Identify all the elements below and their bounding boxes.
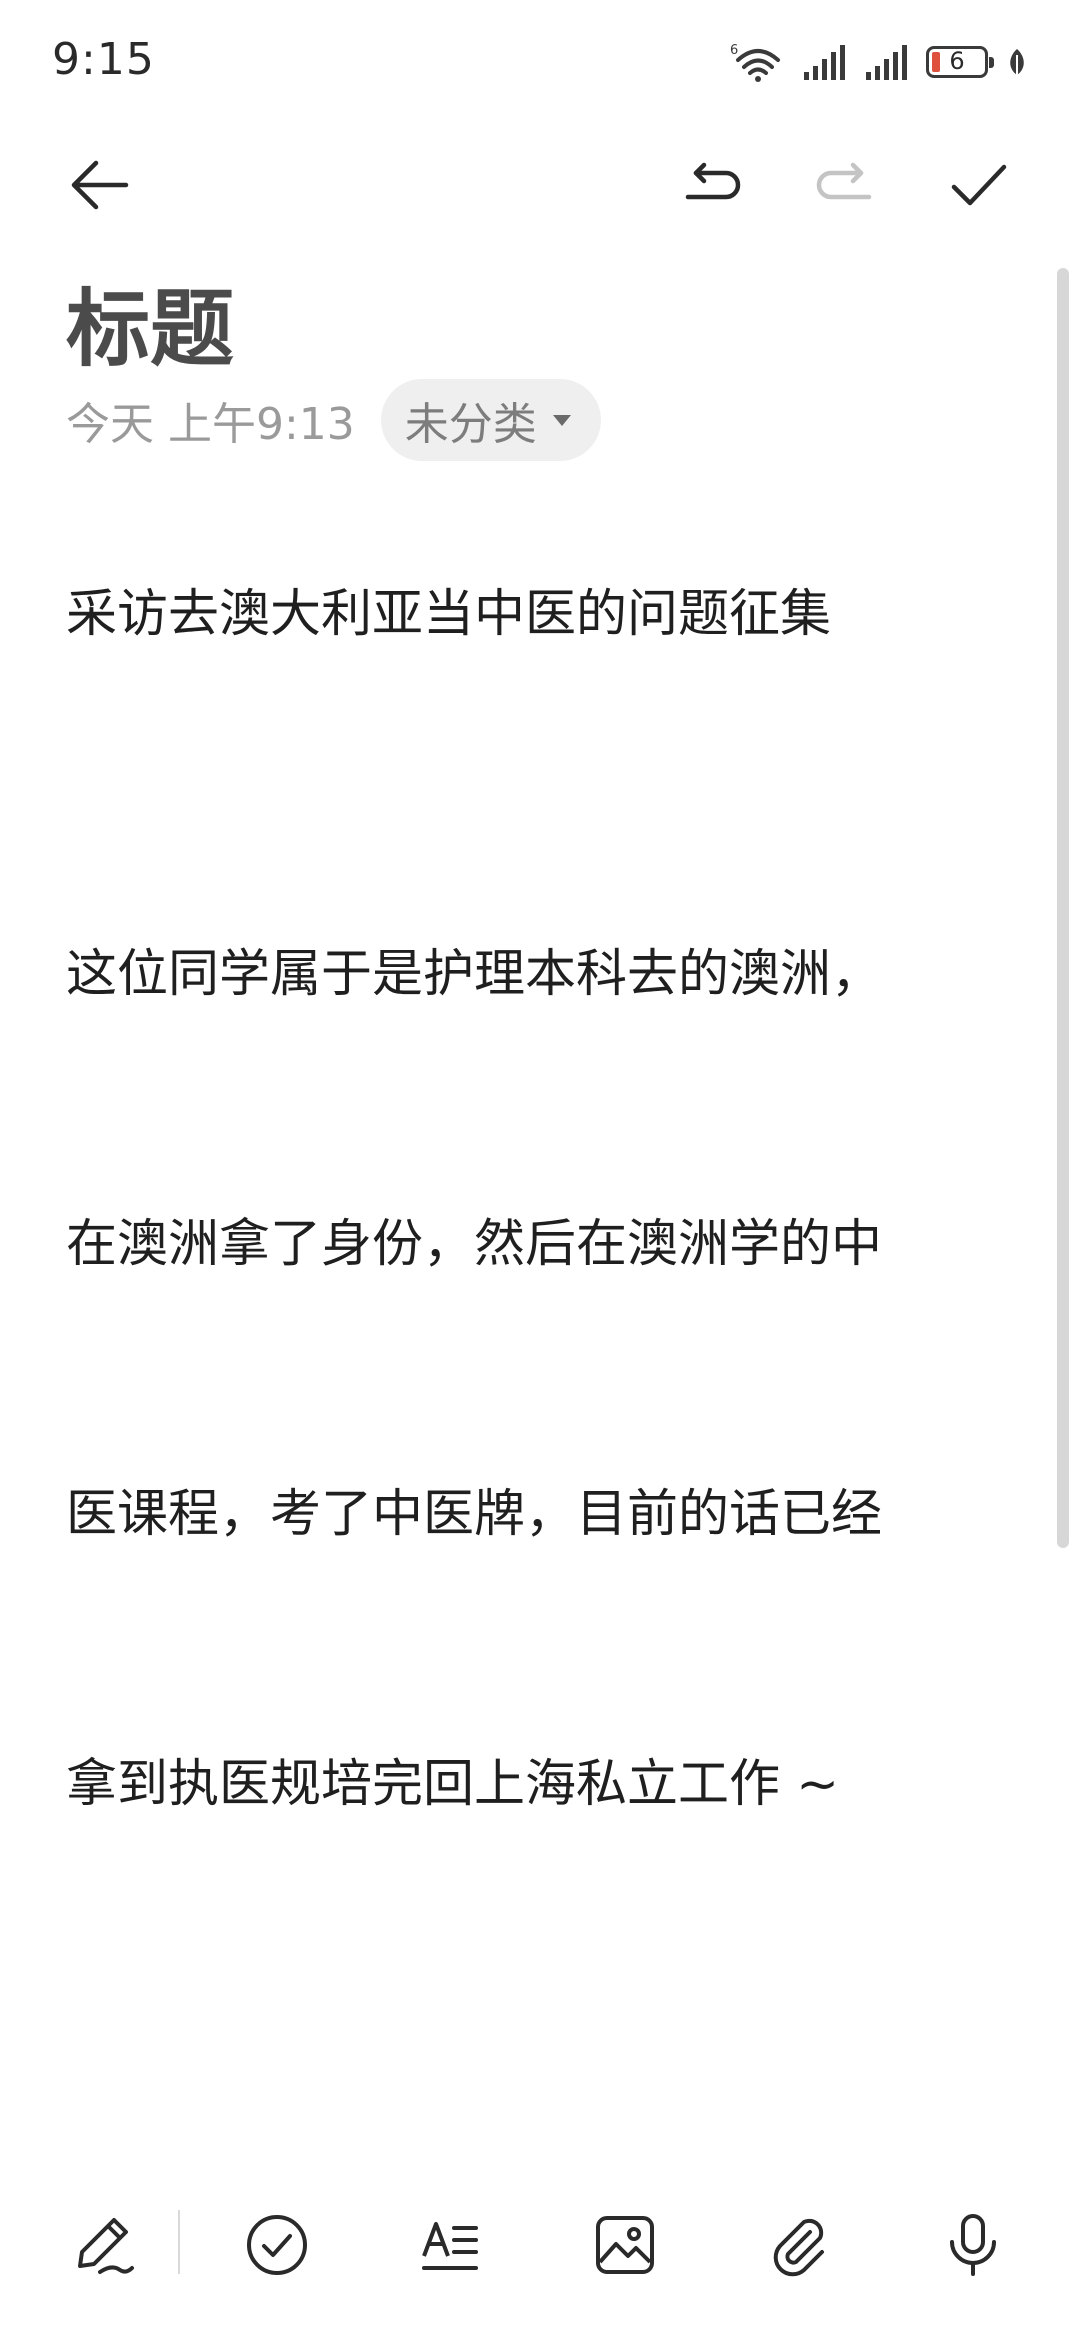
wifi-6-icon: 6 bbox=[728, 40, 784, 84]
handwriting-button[interactable] bbox=[48, 2190, 158, 2300]
back-button[interactable] bbox=[55, 140, 145, 230]
note-line: 医课程，考了中医牌，目前的话已经 bbox=[66, 1485, 883, 1544]
redo-button[interactable] bbox=[800, 140, 890, 230]
dropdown-triangle-icon bbox=[552, 415, 571, 426]
scrollbar[interactable] bbox=[1057, 268, 1069, 1548]
text-format-icon bbox=[422, 2222, 478, 2270]
checklist-icon bbox=[247, 2215, 307, 2275]
image-icon bbox=[596, 2216, 654, 2274]
note-editor-screen: 9:15 6 6 标题 今天 上午9:13 未分类 采访去澳大利亚当中医的问题征… bbox=[0, 0, 1080, 2331]
editor-toolbar bbox=[0, 140, 1080, 240]
category-label: 未分类 bbox=[404, 399, 537, 450]
attachment-button[interactable] bbox=[744, 2190, 854, 2300]
signal-bars-icon bbox=[864, 42, 908, 82]
note-meta: 今天 上午9:13 未分类 bbox=[66, 378, 601, 462]
undo-icon bbox=[685, 162, 741, 200]
note-line: 拿到执医规培完回上海私立工作 ~ bbox=[66, 1755, 839, 1814]
note-heading: 采访去澳大利亚当中医的问题征集 bbox=[66, 585, 832, 644]
leaf-icon bbox=[1006, 47, 1028, 77]
battery-level: 6 bbox=[949, 47, 965, 75]
handwriting-pen-icon bbox=[78, 2218, 134, 2274]
note-title[interactable]: 标题 bbox=[66, 262, 234, 383]
note-line: 这位同学属于是护理本科去的澳洲， bbox=[66, 945, 883, 1004]
voice-input-button[interactable] bbox=[918, 2190, 1028, 2300]
microphone-icon bbox=[950, 2214, 996, 2276]
status-time: 9:15 bbox=[52, 34, 155, 85]
toolbar-divider bbox=[178, 2210, 180, 2274]
status-bar: 9:15 6 6 bbox=[0, 0, 1080, 120]
undo-button[interactable] bbox=[667, 140, 757, 230]
svg-text:6: 6 bbox=[730, 43, 738, 58]
done-button[interactable] bbox=[933, 140, 1023, 230]
text-format-button[interactable] bbox=[396, 2190, 506, 2300]
attachment-icon bbox=[773, 2218, 824, 2277]
checkmark-icon bbox=[951, 164, 1007, 206]
back-arrow-icon bbox=[71, 160, 129, 210]
note-line: 在澳洲拿了身份，然后在澳洲学的中 bbox=[66, 1215, 883, 1274]
category-selector[interactable]: 未分类 bbox=[380, 379, 601, 461]
note-date: 今天 上午9:13 bbox=[66, 399, 355, 450]
signal-bars-icon bbox=[802, 42, 846, 82]
checklist-button[interactable] bbox=[222, 2190, 332, 2300]
redo-icon bbox=[816, 162, 872, 200]
note-paragraph: 这位同学属于是护理本科去的澳洲， 在澳洲拿了身份，然后在澳洲学的中 医课程，考了… bbox=[66, 750, 1026, 2010]
status-icons: 6 6 bbox=[728, 40, 1028, 84]
bottom-toolbar bbox=[0, 2190, 1080, 2300]
note-body[interactable]: 采访去澳大利亚当中医的问题征集 这位同学属于是护理本科去的澳洲， 在澳洲拿了身份… bbox=[66, 570, 1026, 2010]
battery-icon: 6 bbox=[926, 46, 994, 78]
insert-image-button[interactable] bbox=[570, 2190, 680, 2300]
